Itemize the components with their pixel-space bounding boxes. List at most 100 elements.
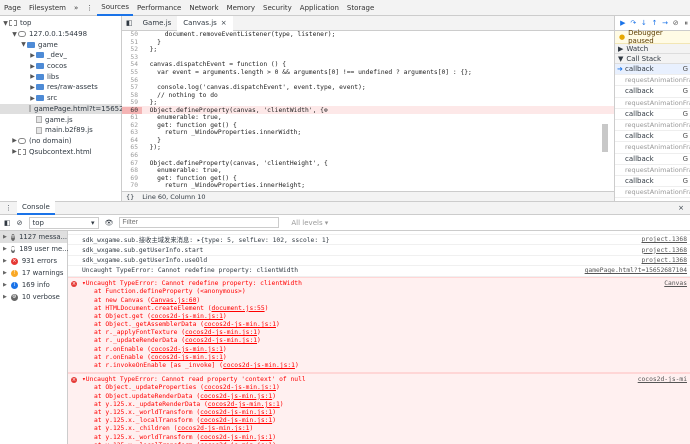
- code-line[interactable]: 61 enumerable: true,: [122, 114, 614, 122]
- message-source-link[interactable]: project.1368: [642, 247, 688, 254]
- line-number[interactable]: 62: [122, 122, 142, 129]
- stack-frame-link[interactable]: cocos2d-js-min.js:1: [185, 337, 257, 344]
- console-message[interactable]: sdk_wxgame.sub.接收主域发来消息: ▸{type: 5, self…: [68, 235, 690, 246]
- step-out-icon[interactable]: ↑: [651, 19, 659, 27]
- stack-frame-link[interactable]: cocos2d-js-min.js:1: [204, 384, 276, 391]
- call-frame[interactable]: callback G: [615, 176, 690, 188]
- code-line[interactable]: 58 // nothing to do: [122, 91, 614, 99]
- console-sidebar-item[interactable]: ▶ ⚙ 10 verbose: [0, 291, 67, 303]
- kebab-menu-icon[interactable]: ⋮: [82, 0, 97, 16]
- message-source-link[interactable]: gamePage.html?t=15652687104: [585, 267, 687, 274]
- chevron-right-icon[interactable]: ▶: [11, 137, 18, 144]
- tree-item[interactable]: main.b2f89.js: [0, 125, 121, 136]
- frame-source[interactable]: G: [683, 65, 688, 73]
- tree-item[interactable]: game.js: [0, 114, 121, 125]
- stack-frame-link[interactable]: Canvas.js:60: [151, 297, 197, 304]
- chevron-down-icon[interactable]: ▼: [2, 20, 9, 27]
- code-line[interactable]: 51 }: [122, 39, 614, 47]
- level-selector[interactable]: All levels ▾: [291, 219, 328, 227]
- message-source-link[interactable]: project.1368: [642, 257, 688, 264]
- line-number[interactable]: 57: [122, 84, 142, 91]
- code-line[interactable]: 67 Object.defineProperty(canvas, 'client…: [122, 159, 614, 167]
- editor-scrollbar[interactable]: [602, 124, 608, 152]
- call-frame[interactable]: callback G: [615, 86, 690, 98]
- tree-item[interactable]: ▶ libs: [0, 71, 121, 82]
- call-frame[interactable]: ➜ callback G: [615, 64, 690, 76]
- context-selector[interactable]: top ▾: [28, 216, 99, 229]
- clear-console-icon[interactable]: ⊘: [17, 219, 23, 227]
- line-number[interactable]: 52: [122, 46, 142, 53]
- tree-item[interactable]: ▼ 127.0.0.1:54498: [0, 29, 121, 40]
- call-frame[interactable]: callback G: [615, 154, 690, 165]
- line-number[interactable]: 64: [122, 137, 142, 144]
- stack-frame-link[interactable]: cocos2d-js-min.js:1: [223, 362, 295, 369]
- line-number[interactable]: 63: [122, 129, 142, 136]
- pause-exceptions-icon[interactable]: ⏸: [682, 19, 690, 27]
- stack-frame-link[interactable]: cocos2d-js-min.js:1: [151, 354, 223, 361]
- close-drawer-icon[interactable]: ×: [672, 204, 690, 212]
- console-message[interactable]: sdk_wxgame.sub.getUserInfo.start project.…: [68, 245, 690, 256]
- tab-page[interactable]: Page: [0, 0, 25, 16]
- chevron-down-icon[interactable]: ▼: [11, 31, 18, 38]
- code-line[interactable]: 53: [122, 54, 614, 62]
- pretty-print-icon[interactable]: {}: [126, 193, 134, 201]
- error-message[interactable]: ▾Uncaught TypeError: Cannot read propert…: [82, 376, 306, 383]
- line-number[interactable]: 53: [122, 54, 142, 61]
- console-message[interactable]: Uncaught TypeError: Cannot redefine prop…: [68, 266, 690, 277]
- tree-item[interactable]: ▼ game: [0, 39, 121, 50]
- tab-memory[interactable]: Memory: [223, 0, 259, 16]
- line-number[interactable]: 69: [122, 175, 142, 182]
- code-line[interactable]: 64 }: [122, 137, 614, 145]
- code-line[interactable]: 55 var event = arguments.length > 0 && a…: [122, 69, 614, 77]
- chevron-right-icon[interactable]: ▶: [11, 148, 18, 155]
- call-frame[interactable]: callback G: [615, 131, 690, 143]
- line-number[interactable]: 68: [122, 167, 142, 174]
- line-number[interactable]: 61: [122, 114, 142, 121]
- tree-item[interactable]: ▶ (no domain): [0, 136, 121, 147]
- line-number[interactable]: 51: [122, 39, 142, 46]
- stack-frame-link[interactable]: document.js:55: [212, 305, 265, 312]
- frame-source[interactable]: G: [683, 177, 688, 185]
- highlighted-code-line[interactable]: 60 Object.defineProperty(canvas, 'client…: [122, 106, 614, 115]
- sidebar-toggle-icon[interactable]: ◧: [4, 219, 11, 227]
- code-line[interactable]: 70 return _WindowProperties.innerHeight;: [122, 182, 614, 190]
- step-over-icon[interactable]: ↷: [630, 19, 638, 27]
- filter-input[interactable]: [119, 217, 280, 228]
- code-line[interactable]: 63 return _WindowProperties.innerWidth;: [122, 129, 614, 137]
- console-error[interactable]: × ▾Uncaught TypeError: Cannot redefine pr…: [68, 276, 690, 373]
- code-line[interactable]: 68 enumerable: true,: [122, 167, 614, 175]
- console-sidebar-item[interactable]: ▶ × 931 errors: [0, 255, 67, 267]
- tree-item[interactable]: ▶ _dev_: [0, 50, 121, 61]
- line-number[interactable]: 56: [122, 77, 142, 84]
- frame-source[interactable]: G: [683, 132, 688, 140]
- line-number[interactable]: 60: [122, 106, 142, 114]
- console-message[interactable]: sdk_wxgame.sub.getUserInfo.useOld project…: [68, 256, 690, 267]
- line-number[interactable]: 50: [122, 31, 142, 38]
- callstack-section-header[interactable]: ▼ Call Stack: [615, 54, 690, 64]
- tree-item[interactable]: gamePage.html?t=15652687: [0, 103, 137, 115]
- stack-frame-link[interactable]: cocos2d-js-min.js:1: [204, 321, 276, 328]
- editor-tab-game-js[interactable]: Game.js: [137, 16, 178, 31]
- code-line[interactable]: 59 };: [122, 99, 614, 107]
- message-source-link[interactable]: project.1368: [642, 236, 688, 243]
- error-source-link[interactable]: cocos2d-js-mi: [638, 376, 687, 383]
- chevron-right-icon[interactable]: ▶: [29, 95, 36, 102]
- tab-storage[interactable]: Storage: [343, 0, 378, 16]
- tab-application[interactable]: Application: [296, 0, 343, 16]
- tree-item[interactable]: ▼ top: [0, 18, 121, 29]
- error-message[interactable]: ▾Uncaught TypeError: Cannot redefine pro…: [82, 280, 302, 287]
- code-line[interactable]: 65 });: [122, 144, 614, 152]
- console-error[interactable]: × ▾Uncaught TypeError: Cannot read proper…: [68, 372, 690, 444]
- stack-frame-link[interactable]: cocos2d-js-min.js:1: [200, 409, 272, 416]
- toggle-navigator-icon[interactable]: ◧: [122, 16, 137, 31]
- resume-icon[interactable]: ▶: [619, 19, 627, 27]
- tree-item[interactable]: ▶ res/raw-assets: [0, 82, 121, 93]
- stack-frame-link[interactable]: cocos2d-js-min.js:1: [200, 417, 272, 424]
- code-line[interactable]: 56: [122, 76, 614, 84]
- code-line[interactable]: 62 get: function get() {: [122, 122, 614, 130]
- tree-item[interactable]: ▶ Qsubcontext.html: [0, 146, 121, 157]
- drawer-menu-icon[interactable]: ⋮: [0, 204, 17, 212]
- chevron-down-icon[interactable]: ▼: [20, 41, 27, 48]
- line-number[interactable]: 59: [122, 99, 142, 106]
- console-sidebar-item[interactable]: ▶! 17 warnings: [0, 267, 67, 279]
